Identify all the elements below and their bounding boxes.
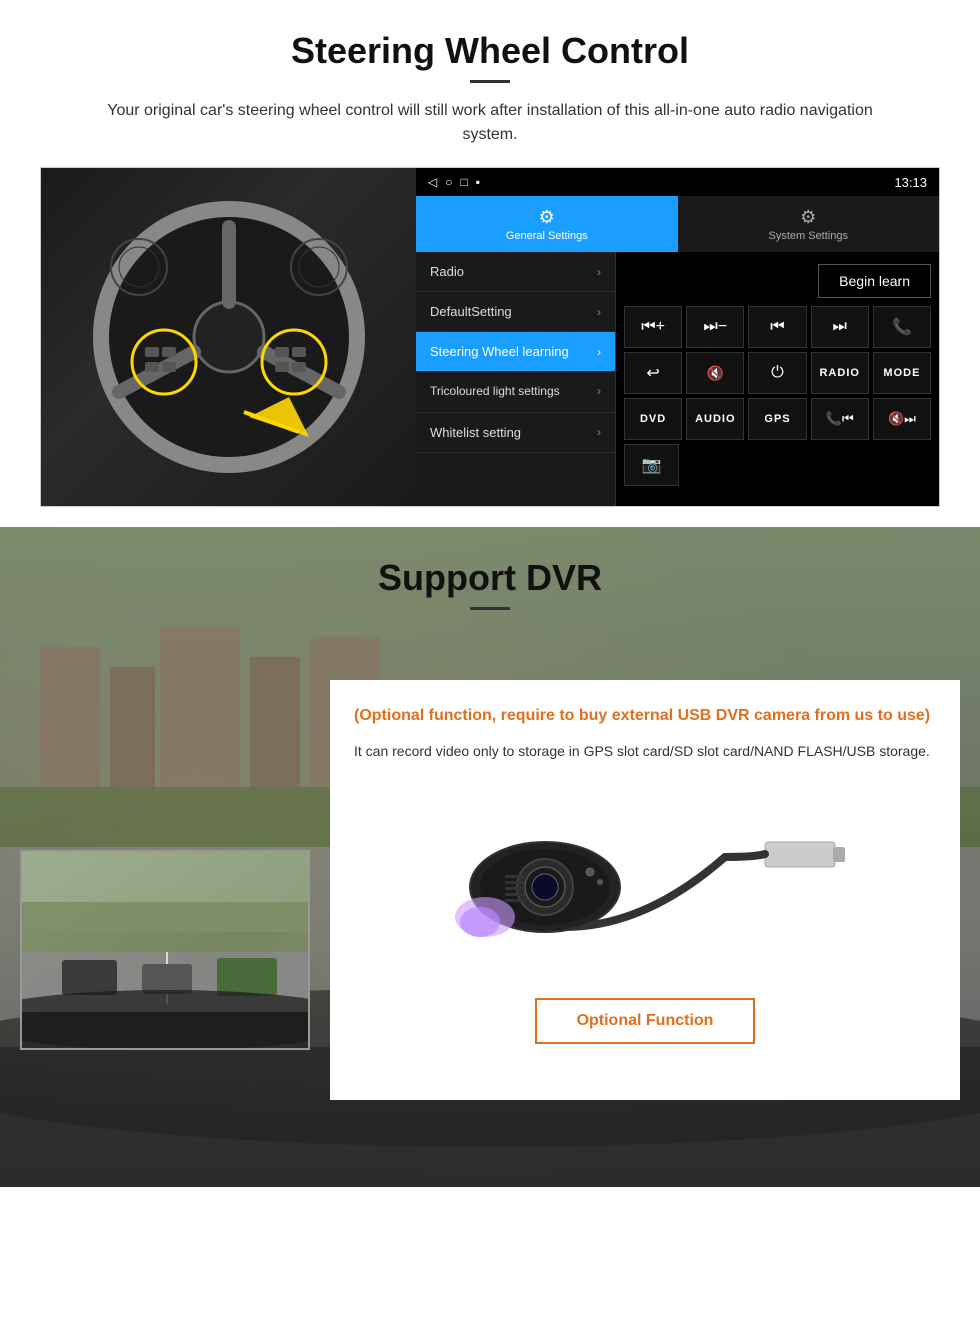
dvr-content-area: (Optional function, require to buy exter… xyxy=(0,650,980,1100)
optional-function-button[interactable]: Optional Function xyxy=(535,998,756,1044)
android-ui: ◁ ○ □ ▪ 13:13 ⚙ General Settings ⚙ Syste… xyxy=(416,168,939,506)
arrow-icon: › xyxy=(597,384,601,400)
control-row-4: 📷 xyxy=(624,444,931,486)
arrow-icon: › xyxy=(597,265,601,279)
radio-label: Radio xyxy=(430,264,464,279)
whitelist-label: Whitelist setting xyxy=(430,425,521,440)
menu-item-radio[interactable]: Radio › xyxy=(416,252,615,292)
begin-learn-button[interactable]: Begin learn xyxy=(818,264,931,298)
steering-section: Steering Wheel Control Your original car… xyxy=(0,0,980,527)
next-btn[interactable]: ⏭ xyxy=(811,306,869,348)
steering-subtitle: Your original car's steering wheel contr… xyxy=(80,99,900,147)
system-settings-tab[interactable]: ⚙ System Settings xyxy=(678,196,940,252)
vol-down-icon: ⏭− xyxy=(703,318,727,336)
android-tabs: ⚙ General Settings ⚙ System Settings xyxy=(416,196,939,252)
settings-icon: ⚙ xyxy=(800,207,816,228)
control-row-2: ↩ 🔇 ⏻ RADIO MODE xyxy=(624,352,931,394)
radio-btn-label: RADIO xyxy=(819,367,859,379)
prev-icon: ⏮ xyxy=(770,318,784,336)
dvr-camera-svg xyxy=(445,787,845,977)
android-content: Radio › DefaultSetting › Steering Wheel … xyxy=(416,252,939,506)
back-icon: ◁ xyxy=(428,175,437,189)
dvr-title: Support DVR xyxy=(40,557,940,599)
call-prev-icon: 📞⏮ xyxy=(826,411,854,427)
call-btn[interactable]: 📞 xyxy=(873,306,931,348)
power-btn[interactable]: ⏻ xyxy=(748,352,806,394)
control-row-3: DVD AUDIO GPS 📞⏮ 🔇⏭ xyxy=(624,398,931,440)
power-icon: ⏻ xyxy=(771,364,784,382)
dvr-section: Support DVR xyxy=(0,527,980,1187)
radio-btn[interactable]: RADIO xyxy=(811,352,869,394)
control-row-1: ⏮+ ⏭− ⏮ ⏭ 📞 xyxy=(624,306,931,348)
back-call-btn[interactable]: ↩ xyxy=(624,352,682,394)
mute-next-icon: 🔇⏭ xyxy=(888,411,916,427)
gps-btn[interactable]: GPS xyxy=(748,398,806,440)
menu-icon: ▪ xyxy=(476,175,480,189)
back-call-icon: ↩ xyxy=(646,363,659,383)
dvr-title-divider xyxy=(470,607,510,610)
mute-icon: 🔇 xyxy=(707,365,724,382)
gear-icon: ⚙ xyxy=(539,207,555,228)
default-label: DefaultSetting xyxy=(430,304,512,319)
dvr-screenshot-svg xyxy=(22,852,310,1050)
general-settings-label: General Settings xyxy=(506,230,588,242)
tricolour-label: Tricoloured light settings xyxy=(430,384,560,400)
menu-item-steering[interactable]: Steering Wheel learning › xyxy=(416,332,615,372)
status-bar: ◁ ○ □ ▪ 13:13 xyxy=(416,168,939,196)
steering-wheel-image xyxy=(41,168,416,506)
control-panel: Begin learn ⏮+ ⏭− ⏮ ⏭ 📞 ↩ 🔇 ⏻ xyxy=(616,252,939,506)
steering-title: Steering Wheel Control xyxy=(40,30,940,72)
general-settings-tab[interactable]: ⚙ General Settings xyxy=(416,196,678,252)
prev-btn[interactable]: ⏮ xyxy=(748,306,806,348)
recent-icon: □ xyxy=(460,175,467,189)
dvr-description: It can record video only to storage in G… xyxy=(354,740,936,762)
arrow-icon: › xyxy=(597,305,601,319)
system-settings-label: System Settings xyxy=(769,230,848,242)
home-icon: ○ xyxy=(445,175,452,189)
mode-btn[interactable]: MODE xyxy=(873,352,931,394)
steering-label: Steering Wheel learning xyxy=(430,344,569,359)
dvr-title-area: Support DVR xyxy=(0,527,980,630)
gps-btn-label: GPS xyxy=(764,413,790,425)
camera-btn[interactable]: 📷 xyxy=(624,444,679,486)
vol-up-icon: ⏮+ xyxy=(641,318,665,336)
call-prev-btn[interactable]: 📞⏮ xyxy=(811,398,869,440)
dvd-btn-label: DVD xyxy=(640,413,666,425)
camera-icon: 📷 xyxy=(642,455,662,475)
mute-next-btn[interactable]: 🔇⏭ xyxy=(873,398,931,440)
dvr-optional-text: (Optional function, require to buy exter… xyxy=(354,704,936,728)
status-icons: ◁ ○ □ ▪ xyxy=(428,175,480,189)
next-icon: ⏭ xyxy=(833,318,847,336)
title-divider xyxy=(470,80,510,83)
menu-item-whitelist[interactable]: Whitelist setting › xyxy=(416,413,615,453)
dvr-camera-image xyxy=(354,782,936,982)
demo-container: ◁ ○ □ ▪ 13:13 ⚙ General Settings ⚙ Syste… xyxy=(40,167,940,507)
mode-btn-label: MODE xyxy=(883,367,920,379)
dvr-info-card: (Optional function, require to buy exter… xyxy=(330,680,960,1100)
arrow-icon: › xyxy=(597,425,601,439)
steering-wheel-svg xyxy=(89,197,369,477)
dvd-btn[interactable]: DVD xyxy=(624,398,682,440)
menu-item-tricolour[interactable]: Tricoloured light settings › xyxy=(416,372,615,413)
vol-down-btn[interactable]: ⏭− xyxy=(686,306,744,348)
call-icon: 📞 xyxy=(892,317,912,337)
menu-panel: Radio › DefaultSetting › Steering Wheel … xyxy=(416,252,616,506)
audio-btn[interactable]: AUDIO xyxy=(686,398,744,440)
menu-item-default[interactable]: DefaultSetting › xyxy=(416,292,615,332)
audio-btn-label: AUDIO xyxy=(695,413,735,425)
begin-learn-row: Begin learn xyxy=(624,260,931,302)
mute-btn[interactable]: 🔇 xyxy=(686,352,744,394)
arrow-icon: › xyxy=(597,345,601,359)
dvr-screenshot-thumbnail xyxy=(20,850,310,1050)
vol-up-btn[interactable]: ⏮+ xyxy=(624,306,682,348)
status-time: 13:13 xyxy=(894,175,927,190)
